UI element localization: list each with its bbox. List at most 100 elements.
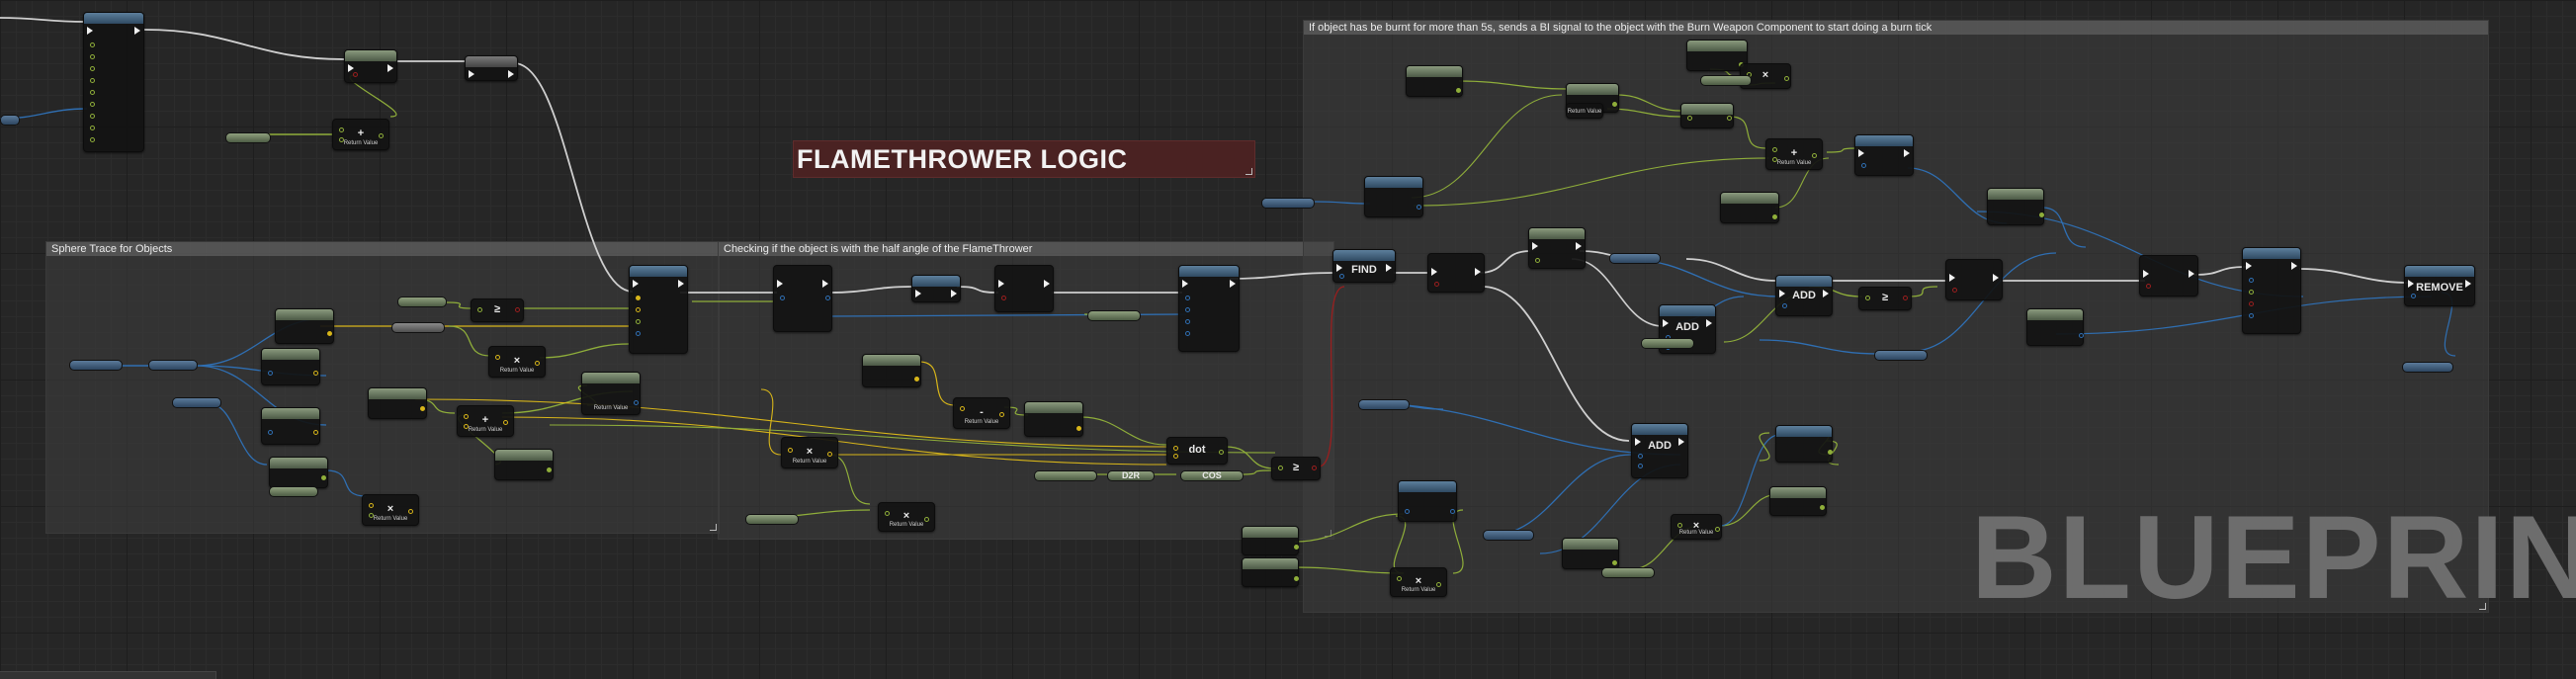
exec-in-pin[interactable] xyxy=(87,27,93,35)
object-variable-getter[interactable] xyxy=(69,360,123,371)
object-variable-getter[interactable] xyxy=(1261,198,1315,209)
exec-out-pin[interactable] xyxy=(1576,242,1582,250)
set-variable-node[interactable] xyxy=(465,55,518,81)
exec-out-pin[interactable] xyxy=(1044,280,1050,288)
data-pin[interactable] xyxy=(788,448,793,453)
exec-in-pin[interactable] xyxy=(2246,262,2252,270)
data-pin[interactable] xyxy=(464,414,469,419)
data-pin[interactable] xyxy=(1185,307,1190,312)
data-pin[interactable] xyxy=(339,137,344,142)
data-pin[interactable] xyxy=(2411,294,2416,298)
exec-out-pin[interactable] xyxy=(1230,280,1236,288)
float-variable-getter[interactable] xyxy=(1641,338,1694,349)
exec-in-pin[interactable] xyxy=(1182,280,1188,288)
get-actor-rotation-node[interactable] xyxy=(269,457,328,488)
for-each-loop-node[interactable] xyxy=(2242,247,2301,334)
data-pin[interactable] xyxy=(2079,333,2084,338)
data-pin[interactable] xyxy=(1772,147,1777,152)
variable-getter[interactable] xyxy=(391,322,445,333)
data-pin[interactable] xyxy=(1612,560,1617,565)
data-pin[interactable] xyxy=(1861,163,1866,168)
data-pin[interactable] xyxy=(1727,116,1732,121)
data-pin[interactable] xyxy=(960,406,965,411)
branch-node[interactable] xyxy=(1945,259,2003,300)
data-pin[interactable] xyxy=(408,509,413,514)
exec-in-pin[interactable] xyxy=(998,280,1004,288)
data-pin[interactable] xyxy=(636,307,641,312)
data-pin[interactable] xyxy=(1001,296,1006,300)
array-add-node[interactable]: ADD xyxy=(1775,275,1833,316)
get-time-node[interactable] xyxy=(1406,65,1463,97)
data-pin[interactable] xyxy=(90,126,95,130)
break-hit-result-node[interactable]: Return Value xyxy=(581,372,641,415)
data-pin[interactable] xyxy=(313,371,318,376)
exec-in-pin[interactable] xyxy=(1635,438,1641,446)
data-pin[interactable] xyxy=(1076,426,1081,431)
exec-out-pin[interactable] xyxy=(1993,274,1999,282)
object-variable-getter[interactable] xyxy=(1609,253,1661,264)
data-pin[interactable] xyxy=(1772,157,1777,162)
multiply-node[interactable]: × Return Value xyxy=(1671,514,1722,540)
data-pin[interactable] xyxy=(90,42,95,47)
get-actor-location-node[interactable] xyxy=(862,354,921,387)
cast-to-node[interactable] xyxy=(1364,176,1423,217)
reroute-node[interactable]: Return Value xyxy=(1566,103,1603,119)
data-pin[interactable] xyxy=(1865,296,1870,300)
branch-node[interactable] xyxy=(344,49,397,83)
data-pin[interactable] xyxy=(1612,102,1617,107)
get-float-node[interactable] xyxy=(1242,557,1299,587)
data-pin[interactable] xyxy=(1436,582,1441,587)
data-pin[interactable] xyxy=(1219,450,1224,455)
data-pin[interactable] xyxy=(780,296,785,300)
multiply-node[interactable]: × Return Value xyxy=(878,502,935,532)
get-burn-weapon-component-node[interactable] xyxy=(1720,192,1779,223)
add-node[interactable]: + Return Value xyxy=(457,405,514,437)
data-pin[interactable] xyxy=(477,307,482,312)
data-pin[interactable] xyxy=(2249,301,2254,306)
data-pin[interactable] xyxy=(1397,576,1402,581)
get-owner-node[interactable] xyxy=(2026,308,2084,346)
multiply-node[interactable]: × Return Value xyxy=(1390,567,1447,597)
data-pin[interactable] xyxy=(1828,450,1833,455)
get-actor-location-node[interactable] xyxy=(261,348,320,385)
get-float-node[interactable] xyxy=(1242,526,1299,555)
exec-out-pin[interactable] xyxy=(2465,280,2471,288)
exec-out-pin[interactable] xyxy=(822,280,828,288)
exec-out-pin[interactable] xyxy=(2189,270,2194,278)
cosine-node[interactable]: COS xyxy=(1180,470,1244,481)
make-vector-node[interactable] xyxy=(275,308,334,344)
exec-out-pin[interactable] xyxy=(1475,268,1481,276)
multiply-node[interactable]: × Return Value xyxy=(362,494,419,526)
greater-equal-node[interactable]: ≥ xyxy=(1271,457,1321,480)
data-pin[interactable] xyxy=(321,475,326,480)
float-variable-getter[interactable] xyxy=(745,514,799,525)
object-variable-getter[interactable] xyxy=(1483,530,1534,541)
data-pin[interactable] xyxy=(1812,153,1817,158)
data-pin[interactable] xyxy=(1638,464,1643,468)
object-variable-getter[interactable] xyxy=(172,397,221,408)
get-burn-time-node[interactable] xyxy=(1686,40,1748,71)
data-pin[interactable] xyxy=(1185,296,1190,300)
data-pin[interactable] xyxy=(1677,523,1682,528)
float-variable-getter[interactable] xyxy=(225,132,271,143)
exec-in-pin[interactable] xyxy=(633,280,639,288)
data-pin[interactable] xyxy=(369,513,374,518)
data-pin[interactable] xyxy=(1784,76,1789,81)
data-pin[interactable] xyxy=(924,517,929,522)
data-pin[interactable] xyxy=(1294,545,1299,550)
object-variable-getter[interactable] xyxy=(1358,399,1410,410)
data-pin[interactable] xyxy=(827,452,832,457)
data-pin[interactable] xyxy=(503,420,508,425)
exec-out-pin[interactable] xyxy=(1386,264,1392,272)
exec-out-pin[interactable] xyxy=(134,27,140,35)
get-float-node[interactable] xyxy=(1769,486,1827,516)
for-each-loop-node[interactable] xyxy=(1178,265,1240,352)
float-variable-getter[interactable] xyxy=(269,486,318,497)
data-pin[interactable] xyxy=(999,412,1004,417)
data-pin[interactable] xyxy=(1535,258,1540,263)
data-pin[interactable] xyxy=(1456,88,1461,93)
data-pin[interactable] xyxy=(268,430,273,435)
exec-in-pin[interactable] xyxy=(2408,280,2414,288)
data-pin[interactable] xyxy=(1434,282,1439,287)
data-pin[interactable] xyxy=(327,331,332,336)
